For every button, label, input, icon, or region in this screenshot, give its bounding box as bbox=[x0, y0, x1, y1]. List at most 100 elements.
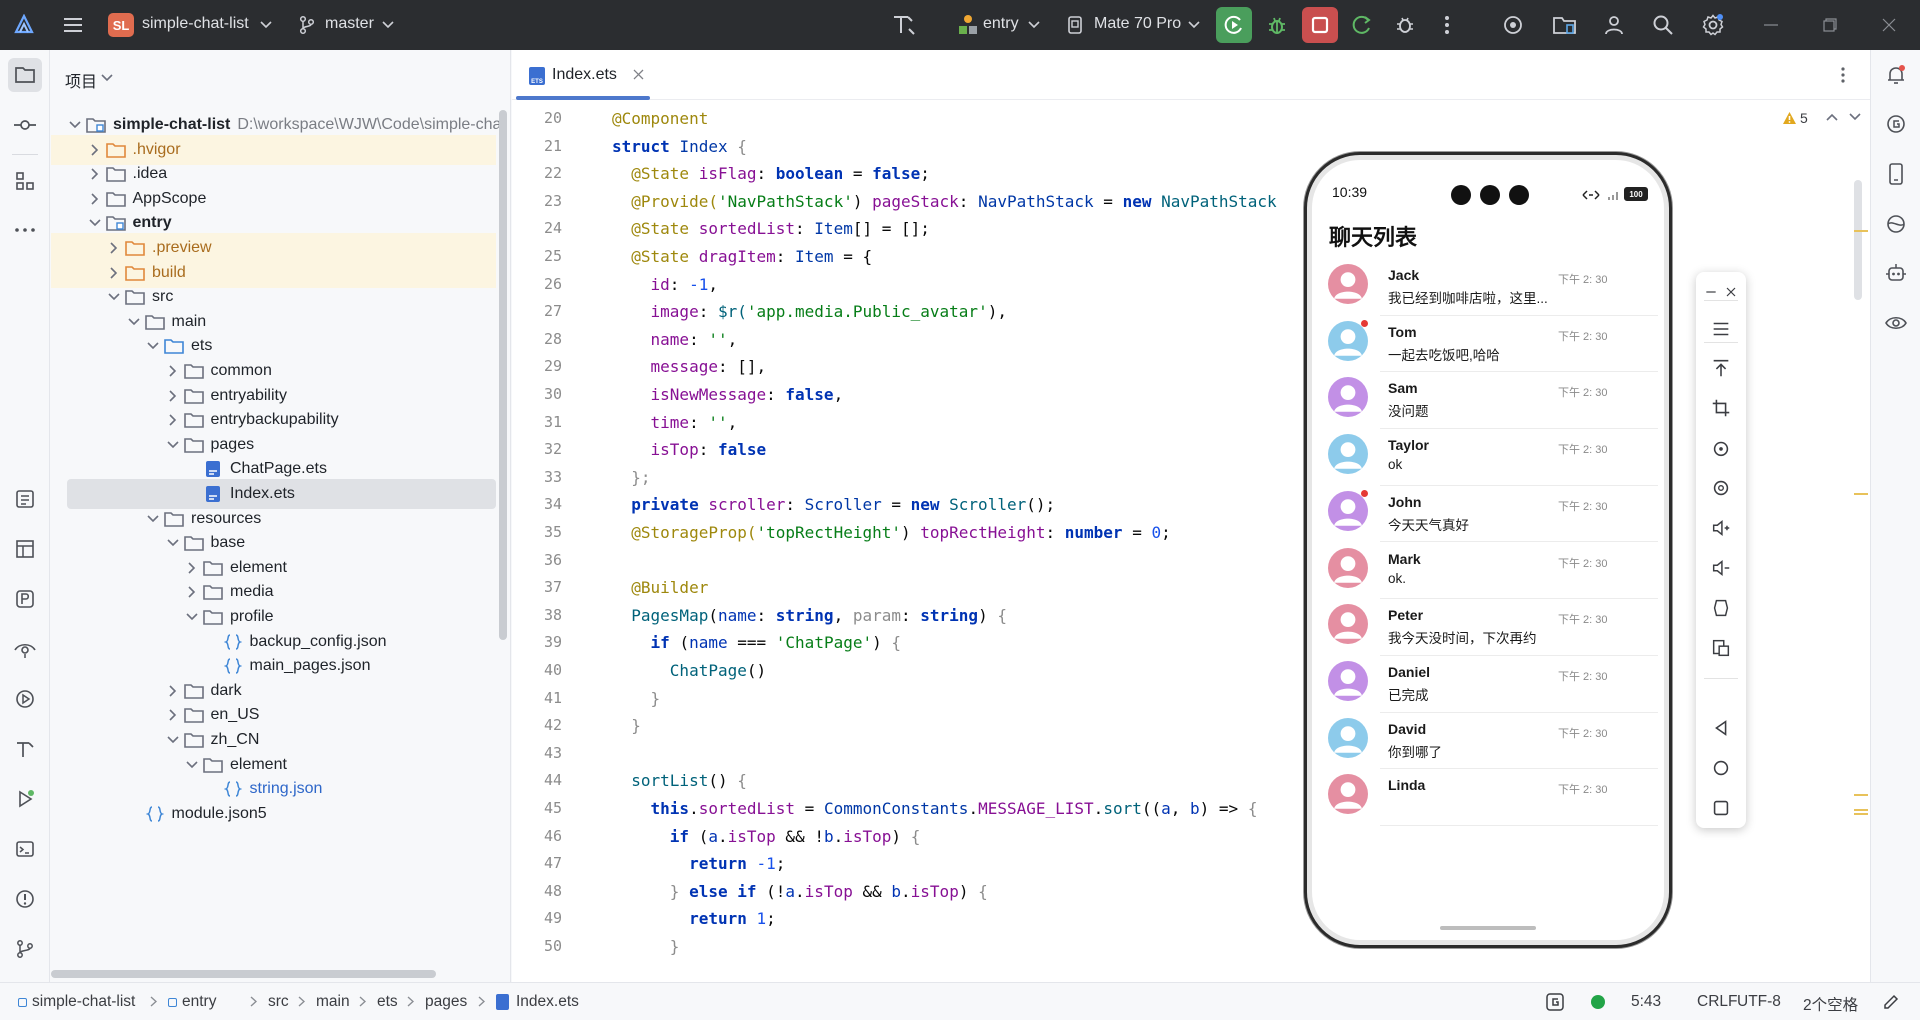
code-line[interactable]: if (a.isTop && !b.isTop) { bbox=[612, 823, 921, 851]
project-view-icon[interactable] bbox=[8, 58, 42, 92]
chevron-right-icon[interactable] bbox=[163, 705, 183, 725]
code-line[interactable]: if (name === 'ChatPage') { bbox=[612, 629, 901, 657]
tab-index-ets[interactable]: ETS Index.ets bbox=[512, 50, 658, 100]
search-icon[interactable] bbox=[1651, 13, 1675, 37]
code-line[interactable]: id: -1, bbox=[612, 271, 718, 299]
git-icon[interactable] bbox=[8, 932, 42, 966]
code-line[interactable]: isTop: false bbox=[612, 436, 767, 464]
code-line[interactable]: image: $r('app.media.Public_avatar'), bbox=[612, 298, 1007, 326]
todo-list-icon[interactable] bbox=[8, 482, 42, 516]
chevron-down-icon[interactable] bbox=[163, 730, 183, 750]
layout-inspector-icon[interactable] bbox=[8, 532, 42, 566]
attach-debugger-icon[interactable] bbox=[1393, 13, 1417, 37]
code-line[interactable]: } bbox=[612, 933, 680, 961]
chat-list-item[interactable]: Linda 下午 2: 30 bbox=[1320, 769, 1660, 826]
debug-bug-icon[interactable] bbox=[1265, 13, 1289, 37]
chevron-down-icon[interactable] bbox=[85, 213, 105, 233]
code-line[interactable]: @Provide('NavPathStack') pageStack: NavP… bbox=[612, 188, 1276, 216]
chevron-down-icon[interactable] bbox=[124, 312, 144, 332]
chevron-down-icon[interactable] bbox=[143, 336, 163, 356]
codegenie-icon[interactable] bbox=[1879, 107, 1913, 141]
more-vertical-icon[interactable] bbox=[1840, 67, 1846, 83]
code-line[interactable]: @State dragItem: Item = { bbox=[612, 243, 872, 271]
more-vertical-icon[interactable] bbox=[1435, 13, 1459, 37]
code-line[interactable]: struct Index { bbox=[612, 133, 747, 161]
commit-icon[interactable] bbox=[8, 108, 42, 142]
chat-list-item[interactable]: Peter 我今天没时间，下次再约 下午 2: 30 bbox=[1320, 599, 1660, 656]
build-hammer-icon[interactable] bbox=[890, 13, 918, 37]
code-line[interactable]: name: '', bbox=[612, 326, 738, 354]
code-line[interactable]: message: [], bbox=[612, 353, 767, 381]
file-encoding[interactable]: UTF-8 bbox=[1737, 993, 1781, 1011]
more-horizontal-icon[interactable] bbox=[8, 213, 42, 247]
code-line[interactable]: @StorageProp('topRectHeight') topRectHei… bbox=[612, 519, 1170, 547]
code-line[interactable]: } else if (!a.isTop && b.isTop) { bbox=[612, 878, 988, 906]
line-ending[interactable]: CRLF bbox=[1697, 993, 1737, 1011]
code-line[interactable]: isNewMessage: false, bbox=[612, 381, 844, 409]
caret-position[interactable]: 5:43 bbox=[1631, 993, 1661, 1011]
breadcrumb-item[interactable]: simple-chat-list bbox=[32, 993, 135, 1011]
code-line[interactable]: } bbox=[612, 685, 661, 713]
settings-gear-icon[interactable] bbox=[1701, 13, 1725, 37]
code-line[interactable]: @Builder bbox=[612, 574, 708, 602]
account-icon[interactable] bbox=[1602, 13, 1626, 37]
chevron-right-icon[interactable] bbox=[85, 140, 105, 160]
breadcrumb-item[interactable]: entry bbox=[182, 993, 216, 1011]
chevron-down-icon[interactable] bbox=[101, 70, 117, 86]
breadcrumb-item[interactable]: src bbox=[268, 993, 289, 1011]
build-panel-icon[interactable] bbox=[8, 732, 42, 766]
chevron-right-icon[interactable] bbox=[85, 189, 105, 209]
chevron-down-icon[interactable] bbox=[182, 607, 202, 627]
project-name-dropdown[interactable]: simple-chat-list bbox=[142, 15, 249, 33]
code-line[interactable]: @State sortedList: Item[] = []; bbox=[612, 215, 930, 243]
chat-list-item[interactable]: Jack 我已经到咖啡店啦，这里... 下午 2: 30 bbox=[1320, 259, 1660, 316]
run-icon[interactable] bbox=[8, 782, 42, 816]
code-line[interactable]: return 1; bbox=[612, 905, 776, 933]
code-line[interactable]: sortList() { bbox=[612, 767, 747, 795]
code-line[interactable]: } bbox=[612, 712, 641, 740]
chevron-right-icon[interactable] bbox=[163, 386, 183, 406]
window-minimize-icon[interactable] bbox=[1759, 13, 1783, 37]
chevron-right-icon[interactable] bbox=[104, 238, 124, 258]
run-panel-icon[interactable] bbox=[8, 682, 42, 716]
stop-button[interactable] bbox=[1302, 7, 1338, 43]
chat-list-item[interactable]: Sam 没问题 下午 2: 30 bbox=[1320, 372, 1660, 430]
chevron-right-icon[interactable] bbox=[182, 558, 202, 578]
read-only-toggle-icon[interactable] bbox=[1883, 994, 1899, 1010]
chat-list-item[interactable]: Daniel 已完成 下午 2: 30 bbox=[1320, 656, 1660, 713]
rotate-right-icon[interactable] bbox=[1709, 476, 1733, 500]
chevron-right-icon[interactable] bbox=[163, 410, 183, 430]
home-indicator[interactable] bbox=[1440, 926, 1536, 930]
window-close-icon[interactable] bbox=[1877, 13, 1901, 37]
menu-icon[interactable] bbox=[1709, 317, 1733, 341]
chevron-down-icon[interactable] bbox=[65, 115, 85, 135]
breadcrumb-item[interactable]: Index.ets bbox=[516, 993, 579, 1011]
previewer-icon[interactable] bbox=[1879, 207, 1913, 241]
back-icon[interactable] bbox=[1709, 716, 1733, 740]
recents-icon[interactable] bbox=[1709, 796, 1733, 820]
chevron-down-icon[interactable] bbox=[163, 435, 183, 455]
code-line[interactable]: @Component bbox=[612, 105, 708, 133]
chevron-down-icon[interactable] bbox=[1026, 13, 1042, 37]
terminal-icon[interactable] bbox=[8, 832, 42, 866]
inspection-widget[interactable]: 5 bbox=[1782, 110, 1808, 126]
volume-up-icon[interactable] bbox=[1709, 516, 1733, 540]
main-menu-icon[interactable] bbox=[61, 13, 85, 37]
window-restore-icon[interactable] bbox=[1818, 13, 1842, 37]
codegenie-icon[interactable] bbox=[1545, 992, 1565, 1012]
preview-eye-icon[interactable] bbox=[8, 633, 42, 667]
warning-marker[interactable] bbox=[1854, 813, 1868, 815]
apply-changes-icon[interactable] bbox=[1350, 13, 1374, 37]
breadcrumb-item[interactable]: pages bbox=[425, 993, 467, 1011]
multi-screen-icon[interactable] bbox=[1709, 636, 1733, 660]
code-line[interactable]: return -1; bbox=[612, 850, 785, 878]
chevron-right-icon[interactable] bbox=[104, 263, 124, 283]
problems-icon[interactable] bbox=[8, 882, 42, 916]
breadcrumb-item[interactable]: ets bbox=[377, 993, 398, 1011]
code-line[interactable]: }; bbox=[612, 464, 650, 492]
eye-icon[interactable] bbox=[1879, 306, 1913, 340]
warning-marker[interactable] bbox=[1854, 809, 1868, 811]
chevron-down-icon[interactable] bbox=[104, 287, 124, 307]
run-button[interactable] bbox=[1216, 7, 1252, 43]
breadcrumb-item[interactable]: main bbox=[316, 993, 350, 1011]
